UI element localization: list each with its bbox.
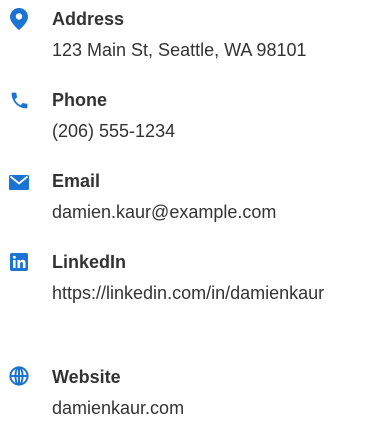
contact-label-email: Email bbox=[52, 171, 101, 191]
contact-value-website[interactable]: damienkaur.com bbox=[52, 392, 380, 424]
linkedin-icon bbox=[8, 251, 30, 273]
contact-value-phone[interactable]: (206) 555-1234 bbox=[52, 115, 380, 147]
phone-icon bbox=[8, 89, 30, 111]
globe-icon bbox=[8, 365, 30, 387]
contact-value-address: 123 Main St, Seattle, WA 98101 bbox=[52, 40, 307, 60]
contact-label-linkedin: LinkedIn bbox=[52, 252, 127, 272]
contact-label-phone: Phone bbox=[52, 90, 108, 110]
envelope-icon bbox=[8, 171, 30, 193]
contact-label-address: Address bbox=[52, 9, 125, 29]
contact-value-email[interactable]: damien.kaur@example.com bbox=[52, 196, 380, 228]
contact-info-list: Address 123 Main St, Seattle, WA 98101 P… bbox=[0, 0, 385, 418]
contact-value-linkedin[interactable]: https://linkedin.com/in/damienkaur bbox=[52, 277, 380, 309]
contact-label-website: Website bbox=[52, 367, 121, 387]
map-pin-icon bbox=[8, 8, 30, 30]
